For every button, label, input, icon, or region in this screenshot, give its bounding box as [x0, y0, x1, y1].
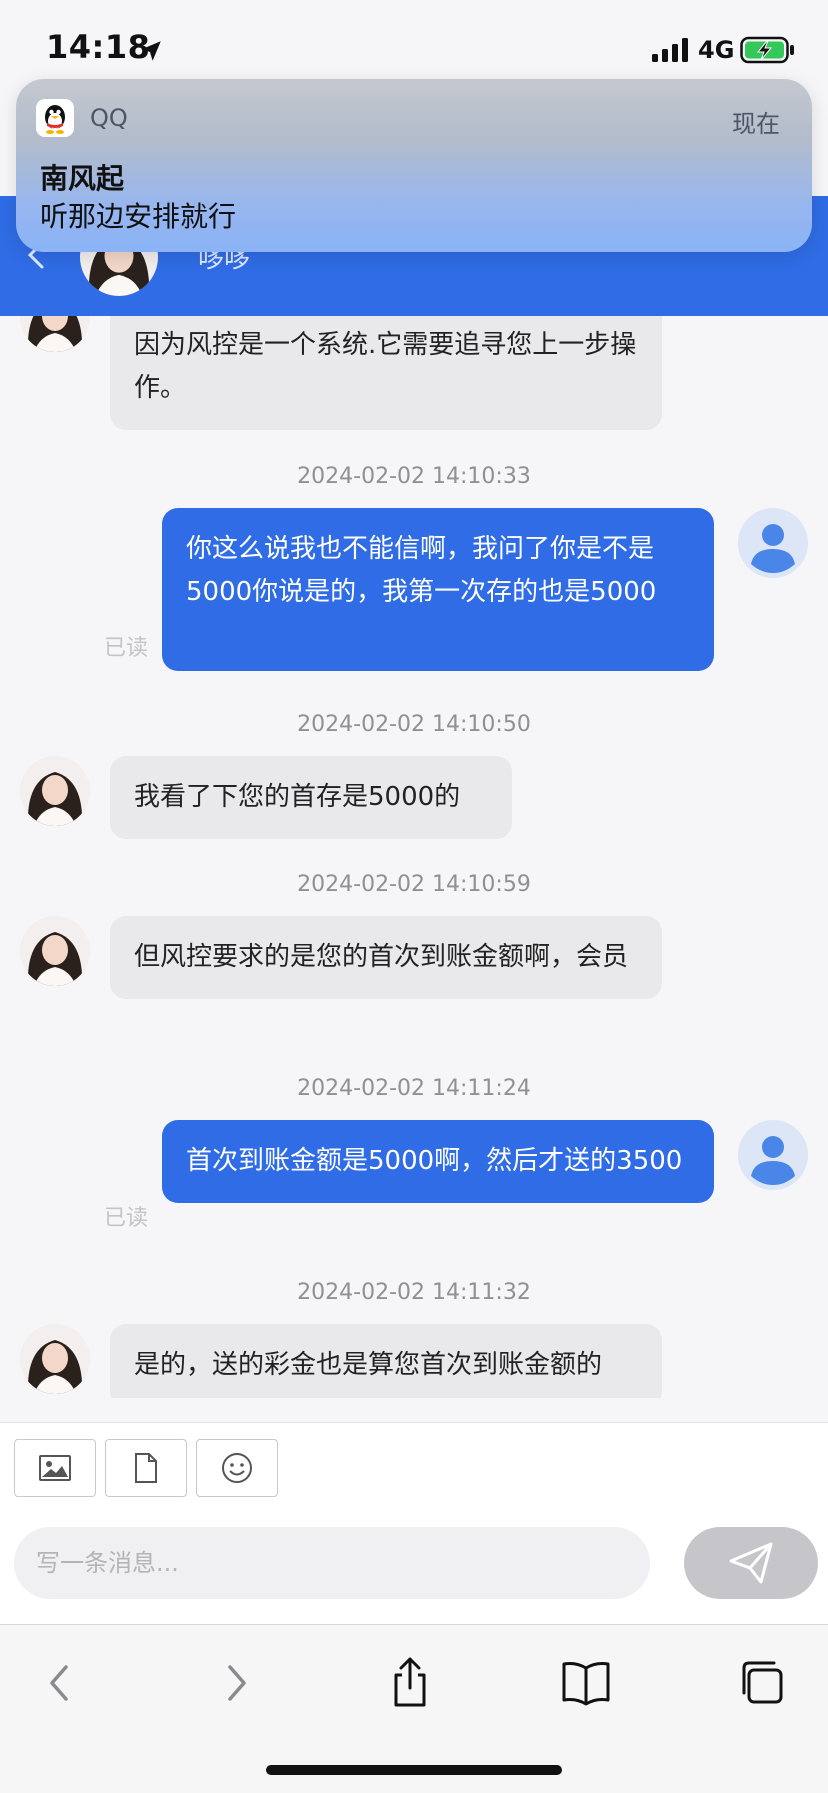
book-icon[interactable] — [558, 1655, 614, 1711]
composer — [0, 1422, 828, 1625]
emoji-button[interactable] — [196, 1439, 278, 1497]
contact-avatar[interactable] — [20, 916, 90, 986]
user-avatar-icon[interactable] — [738, 1120, 808, 1190]
message-timestamp: 2024-02-02 14:11:32 — [297, 1280, 531, 1305]
notification-app-name: QQ — [90, 104, 128, 132]
contact-avatar[interactable] — [20, 1324, 90, 1394]
message-bubble-outgoing[interactable]: 你这么说我也不能信啊，我问了你是不是5000你说是的，我第一次存的也是5000 — [162, 508, 714, 671]
message-bubble-incoming[interactable]: 但风控要求的是您的首次到账金额啊，会员 — [110, 916, 662, 999]
notification-time: 现在 — [732, 110, 780, 138]
message-bubble-outgoing[interactable]: 首次到账金额是5000啊，然后才送的3500 — [162, 1120, 714, 1203]
message-bubble-incoming[interactable]: 是的，送的彩金也是算您首次到账金额的 — [110, 1324, 662, 1398]
message-input[interactable] — [14, 1527, 650, 1599]
notification-banner[interactable]: QQ 现在 南风起 听那边安排就行 — [16, 79, 812, 252]
file-icon — [135, 1453, 157, 1483]
user-avatar-icon[interactable] — [738, 508, 808, 578]
notification-body: 听那边安排就行 — [40, 200, 237, 233]
location-arrow-icon — [141, 41, 161, 61]
send-icon — [729, 1542, 773, 1584]
contact-avatar[interactable] — [20, 316, 90, 352]
notification-title: 南风起 — [40, 162, 125, 195]
message-timestamp: 2024-02-02 14:10:59 — [297, 872, 531, 897]
home-indicator[interactable] — [266, 1765, 562, 1775]
message-timestamp: 2024-02-02 14:11:24 — [297, 1076, 531, 1101]
read-status: 已读 — [104, 636, 149, 661]
file-button[interactable] — [105, 1439, 187, 1497]
share-icon[interactable] — [382, 1655, 438, 1711]
qq-penguin-icon — [36, 99, 74, 137]
read-status: 已读 — [104, 1206, 149, 1231]
image-button[interactable] — [14, 1439, 96, 1497]
message-bubble-incoming[interactable]: 我看了下您的首存是5000的 — [110, 756, 512, 839]
message-timestamp: 2024-02-02 14:10:33 — [297, 464, 531, 489]
message-bubble-incoming[interactable]: 因为风控是一个系统.它需要追寻您上一步操作。 — [110, 316, 662, 430]
signal-icon — [652, 38, 688, 62]
browser-toolbar — [0, 1624, 828, 1793]
status-time: 14:18 — [46, 28, 151, 66]
tabs-icon[interactable] — [734, 1655, 790, 1711]
battery-charging-icon — [740, 36, 794, 64]
message-timestamp: 2024-02-02 14:10:50 — [297, 712, 531, 737]
emoji-icon — [222, 1453, 252, 1483]
network-type: 4G — [698, 36, 735, 64]
message-list[interactable]: 因为风控是一个系统.它需要追寻您上一步操作。 2024-02-02 14:10:… — [0, 316, 828, 1398]
browser-forward-icon[interactable] — [208, 1655, 264, 1711]
contact-avatar[interactable] — [20, 756, 90, 826]
browser-back-icon[interactable] — [32, 1655, 88, 1711]
image-icon — [39, 1455, 71, 1481]
send-button[interactable] — [684, 1527, 818, 1599]
